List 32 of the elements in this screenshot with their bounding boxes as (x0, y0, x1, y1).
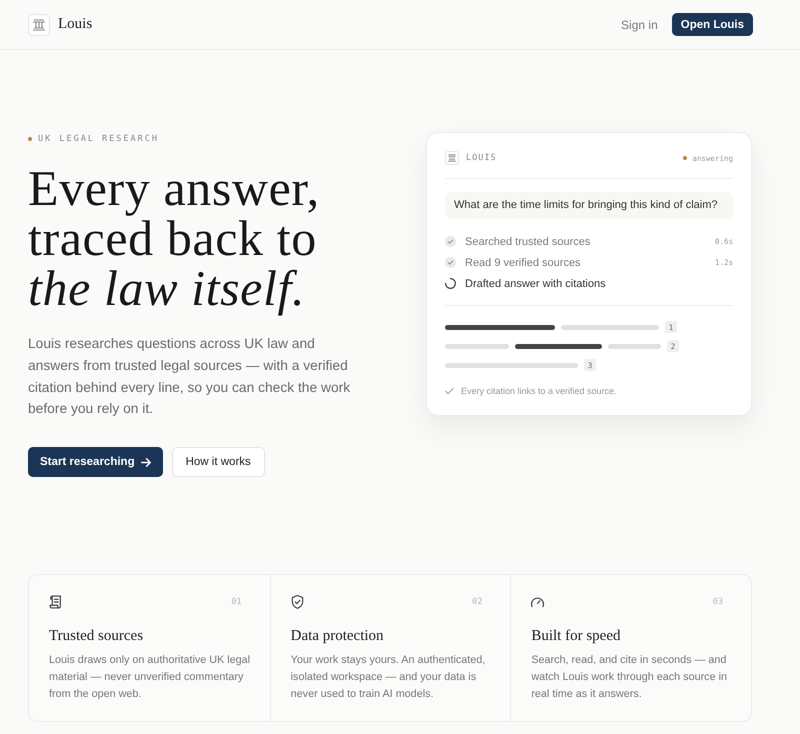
feature-number: 02 (472, 597, 482, 608)
logo-tile[interactable] (28, 14, 50, 36)
open-app-button[interactable]: Open Louis (672, 13, 753, 36)
question-bubble: What are the time limits for bringing this kind of claim? (445, 192, 733, 219)
scroll-document-icon (49, 595, 62, 610)
step-label: Drafted answer with citations (465, 278, 607, 290)
gauge-icon (531, 595, 544, 610)
feature-title: Built for speed (531, 627, 622, 646)
feature-number: 01 (231, 597, 242, 608)
hero-description: Louis researches questions across UK law and answers from trusted legal sources — with a verified citation behind every line, so you can check the work before you rely on it. (28, 335, 352, 418)
feature-number: 03 (712, 597, 723, 608)
dot-icon (28, 137, 32, 141)
feature-description: Your work stays yours. An authenticated, isolated workspace — and your data is never used to train AI models. (290, 653, 486, 702)
brand-name: Louis (58, 16, 92, 33)
feature-description: Search, read, and cite in seconds — and watch Louis work through each source in real time as it answers. (531, 653, 728, 702)
step-label: Read 9 verified sources (465, 256, 582, 268)
pillar-logo-icon (448, 154, 456, 162)
check-icon (445, 387, 454, 395)
shield-check-icon (290, 595, 304, 610)
feature-title: Data protection (290, 627, 385, 646)
card-title: LOUIS (466, 153, 497, 163)
how-it-works-button[interactable]: How it works (172, 447, 265, 478)
sign-in-link[interactable]: Sign in (621, 18, 658, 32)
status-dot-icon (683, 156, 688, 160)
eyebrow-label: UK LEGAL RESEARCH (38, 134, 159, 144)
step-label: Searched trusted sources (465, 236, 592, 248)
arrow-right-icon (140, 458, 151, 467)
feature-title: Trusted sources (49, 627, 144, 646)
verification-note: Every citation links to a verified source. (461, 386, 617, 396)
feature-description: Louis draws only on authoritative UK legal material — never unverified commentary from the open web. (49, 653, 252, 702)
pillar-logo-icon (33, 18, 45, 30)
start-researching-button[interactable]: Start researching (28, 447, 163, 478)
